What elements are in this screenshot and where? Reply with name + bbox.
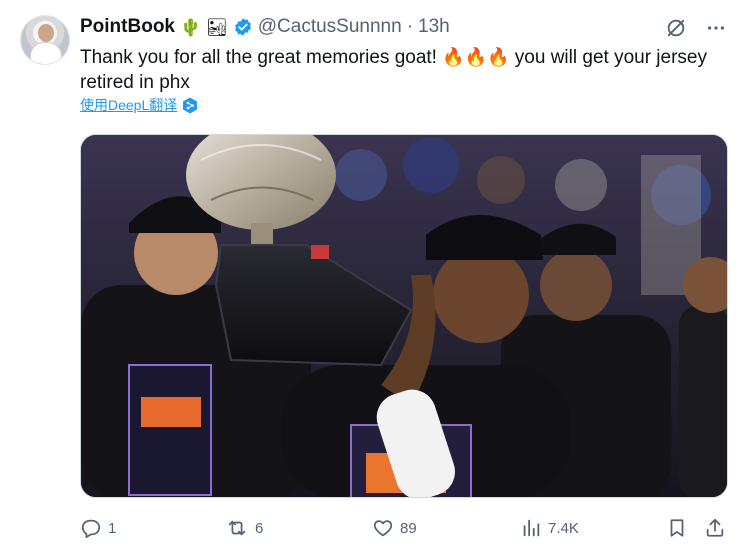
tweet-actions-bar: 1 6 89 7.4K bbox=[80, 514, 728, 542]
separator-dot: · bbox=[406, 16, 414, 37]
share-action[interactable] bbox=[704, 514, 726, 542]
desert-emoji: 🏜 bbox=[206, 17, 228, 37]
repost-action[interactable]: 6 bbox=[225, 514, 263, 542]
deepl-icon bbox=[183, 97, 198, 113]
bookmark-action[interactable] bbox=[666, 514, 688, 542]
cactus-emoji: 🌵 bbox=[180, 17, 202, 37]
views-chart-icon[interactable] bbox=[520, 517, 542, 539]
tweet-photo[interactable] bbox=[80, 134, 728, 498]
reply-icon[interactable] bbox=[80, 517, 102, 539]
fire-emoji-3: 🔥 bbox=[487, 47, 510, 67]
verified-badge-icon bbox=[234, 18, 251, 36]
display-name[interactable]: PointBook bbox=[80, 16, 175, 38]
more-options-icon[interactable] bbox=[705, 17, 727, 39]
share-icon[interactable] bbox=[704, 517, 726, 539]
fire-emoji-1: 🔥 bbox=[442, 47, 465, 67]
trophy-celebration-image bbox=[81, 135, 727, 497]
author-handle[interactable]: @CactusSunnnn bbox=[258, 16, 402, 38]
views-action[interactable]: 7.4K bbox=[520, 514, 579, 542]
heart-icon[interactable] bbox=[372, 517, 394, 539]
tweet-text: Thank you for all the great memories goa… bbox=[80, 45, 730, 95]
fire-emoji-2: 🔥 bbox=[464, 47, 488, 67]
tweet-top-actions bbox=[665, 17, 727, 39]
avatar[interactable] bbox=[20, 15, 70, 65]
reply-action[interactable]: 1 bbox=[80, 514, 116, 542]
tweet-header: PointBook 🌵 🏜 @CactusSunnnn · 13h bbox=[80, 14, 450, 40]
timestamp[interactable]: 13h bbox=[418, 16, 450, 38]
translate-label[interactable]: 使用DeepL翻译 bbox=[80, 95, 177, 115]
bookmark-icon[interactable] bbox=[666, 517, 688, 539]
avatar-face bbox=[38, 24, 54, 42]
repost-count: 6 bbox=[255, 519, 264, 537]
views-count: 7.4K bbox=[548, 519, 579, 537]
reply-count: 1 bbox=[108, 519, 117, 537]
like-count: 89 bbox=[400, 519, 417, 537]
tweet-text-part1: Thank you for all the great memories goa… bbox=[80, 47, 437, 68]
translate-link[interactable]: 使用DeepL翻译 bbox=[80, 95, 198, 115]
repost-icon[interactable] bbox=[225, 517, 249, 539]
avatar-body bbox=[30, 42, 62, 64]
grok-icon[interactable] bbox=[665, 17, 687, 39]
like-action[interactable]: 89 bbox=[372, 514, 417, 542]
